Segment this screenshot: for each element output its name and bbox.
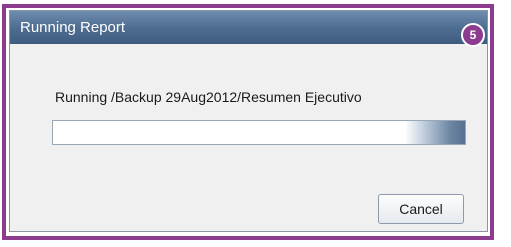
progress-bar bbox=[52, 120, 466, 145]
running-report-dialog: Running Report Running /Backup 29Aug2012… bbox=[9, 10, 488, 232]
callout-badge: 5 bbox=[461, 23, 485, 47]
cancel-button[interactable]: Cancel bbox=[378, 194, 464, 224]
running-message: Running /Backup 29Aug2012/Resumen Ejecut… bbox=[55, 89, 362, 105]
dialog-titlebar[interactable]: Running Report bbox=[10, 11, 487, 44]
callout-frame-edge bbox=[490, 4, 494, 240]
progress-indicator bbox=[405, 121, 465, 144]
dialog-title: Running Report bbox=[20, 19, 126, 36]
